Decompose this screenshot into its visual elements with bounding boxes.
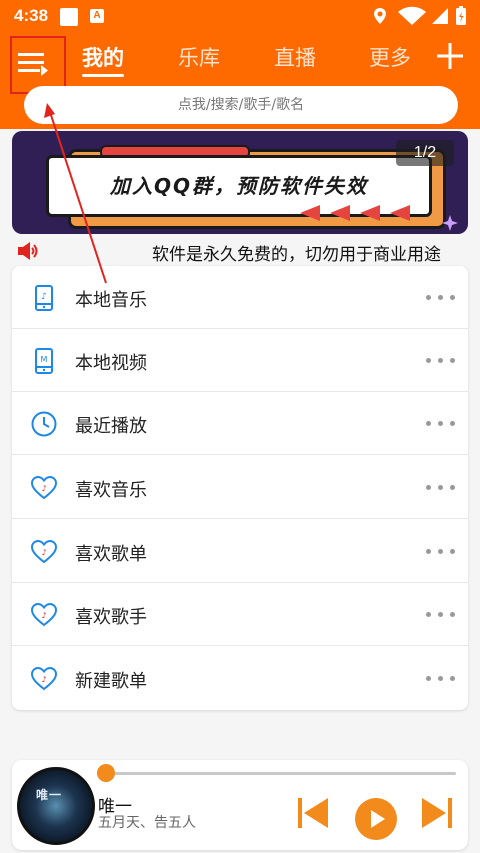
next-button[interactable] bbox=[420, 796, 454, 830]
heart-music-icon: ♪ bbox=[30, 475, 58, 500]
list-item-liked-playlists[interactable]: ♪ 喜欢歌单 bbox=[12, 520, 468, 583]
mini-player[interactable]: 唯一 唯一 五月天、告五人 bbox=[12, 760, 468, 850]
heart-music-icon: ♪ bbox=[30, 666, 58, 691]
cover-text: 唯一 bbox=[36, 788, 63, 802]
battery-icon bbox=[456, 6, 466, 25]
list-item-new-playlist[interactable]: ♪ 新建歌单 bbox=[12, 647, 468, 710]
my-music-list: ♪ 本地音乐 M 本地视频 最近播放 ♪ 喜欢音乐 ♪ 喜欢歌单 ♪ 喜欢歌手 … bbox=[12, 266, 468, 710]
song-artist: 五月天、告五人 bbox=[98, 815, 196, 831]
list-item-label: 最近播放 bbox=[75, 416, 147, 437]
svg-text:♪: ♪ bbox=[41, 548, 46, 557]
list-item-label: 喜欢音乐 bbox=[75, 480, 147, 501]
tab-mine[interactable]: 我的 bbox=[82, 42, 124, 72]
svg-text:♪: ♪ bbox=[41, 292, 47, 302]
list-item-local-video[interactable]: M 本地视频 bbox=[12, 329, 468, 392]
more-icon[interactable] bbox=[426, 676, 456, 682]
status-time: 4:38 bbox=[14, 6, 49, 25]
banner-arrow-icon bbox=[330, 205, 350, 221]
list-item-recent[interactable]: 最近播放 bbox=[12, 392, 468, 455]
heart-music-icon: ♪ bbox=[30, 602, 58, 627]
banner-arrow-icon bbox=[360, 205, 380, 221]
next-icon bbox=[422, 798, 446, 828]
list-item-local-music[interactable]: ♪ 本地音乐 bbox=[12, 266, 468, 329]
heart-music-icon: ♪ bbox=[30, 539, 58, 564]
list-item-label: 喜欢歌单 bbox=[75, 544, 147, 565]
progress-bar[interactable] bbox=[106, 772, 456, 775]
banner-arrow-icon bbox=[390, 205, 410, 221]
list-item-label: 喜欢歌手 bbox=[75, 607, 147, 628]
add-button[interactable] bbox=[436, 42, 464, 70]
list-item-label: 本地音乐 bbox=[75, 290, 147, 311]
more-icon[interactable] bbox=[426, 485, 456, 491]
tab-underline bbox=[82, 74, 124, 77]
progress-knob[interactable] bbox=[97, 764, 115, 782]
list-item-label: 本地视频 bbox=[75, 353, 147, 374]
speaker-icon bbox=[18, 242, 38, 260]
more-icon[interactable] bbox=[426, 612, 456, 618]
more-icon[interactable] bbox=[426, 421, 456, 427]
top-nav: 我的 乐库 直播 更多 bbox=[0, 36, 480, 94]
notice-text: 软件是永久免费的，切勿用于商业用途 bbox=[152, 245, 441, 265]
search-input[interactable]: 点我/搜索/歌手/歌名 bbox=[24, 86, 458, 124]
svg-text:♪: ♪ bbox=[41, 484, 46, 493]
svg-text:♪: ♪ bbox=[41, 611, 46, 620]
status-bar: 4:38 A bbox=[0, 0, 480, 32]
notification-icon bbox=[60, 8, 78, 26]
app-header: 4:38 A 我的 乐库 直播 更多 点我/搜索/歌手/歌名 bbox=[0, 0, 480, 129]
album-cover[interactable]: 唯一 bbox=[17, 767, 95, 845]
list-item-liked-singers[interactable]: ♪ 喜欢歌手 bbox=[12, 583, 468, 646]
sparkle-icon bbox=[442, 215, 458, 231]
banner-page-indicator: 1/2 bbox=[396, 140, 454, 166]
signal-icon bbox=[432, 8, 448, 24]
local-video-icon: M bbox=[35, 348, 53, 374]
status-icons bbox=[374, 6, 466, 25]
svg-text:♪: ♪ bbox=[41, 675, 46, 684]
previous-icon bbox=[298, 798, 302, 828]
wifi-icon bbox=[398, 6, 426, 25]
promo-banner[interactable]: 加入QQ群，预防软件失效 1/2 bbox=[12, 131, 468, 234]
more-icon[interactable] bbox=[426, 358, 456, 364]
location-icon bbox=[374, 8, 386, 24]
more-icon[interactable] bbox=[426, 295, 456, 301]
svg-text:M: M bbox=[41, 355, 48, 364]
tab-live[interactable]: 直播 bbox=[274, 42, 316, 72]
previous-button[interactable] bbox=[296, 796, 330, 830]
menu-icon bbox=[18, 53, 48, 76]
banner-arrow-icon bbox=[300, 205, 320, 221]
more-icon[interactable] bbox=[426, 549, 456, 555]
tab-more[interactable]: 更多 bbox=[369, 42, 411, 72]
tab-library[interactable]: 乐库 bbox=[178, 42, 220, 72]
play-button[interactable] bbox=[354, 797, 398, 841]
list-item-label: 新建歌单 bbox=[75, 671, 147, 692]
notice-bar: 软件是永久免费的，切勿用于商业用途 bbox=[12, 236, 468, 266]
clock-icon bbox=[31, 411, 57, 437]
list-item-liked-music[interactable]: ♪ 喜欢音乐 bbox=[12, 456, 468, 519]
local-music-icon: ♪ bbox=[35, 285, 53, 311]
notification-a-icon: A bbox=[90, 9, 104, 23]
